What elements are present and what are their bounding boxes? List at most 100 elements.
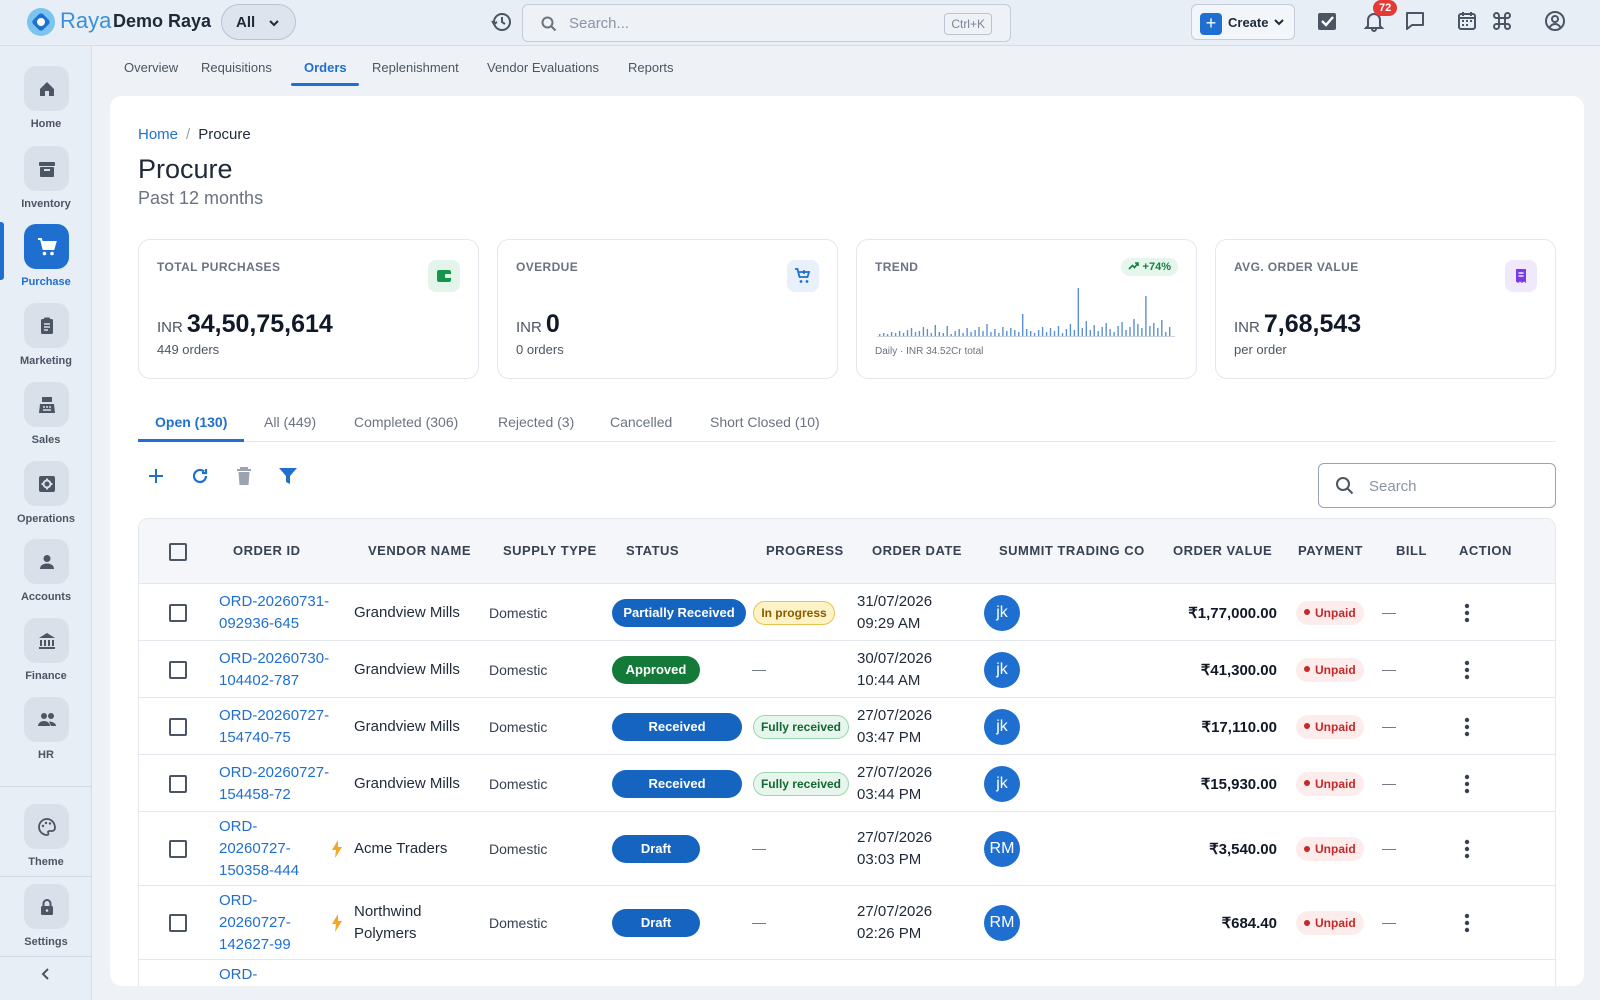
command-icon[interactable] (1491, 10, 1513, 32)
tab-orders[interactable]: Orders (304, 60, 347, 75)
filter-icon[interactable] (278, 466, 298, 486)
avatar[interactable]: jk (984, 651, 1020, 688)
row-checkbox[interactable] (169, 914, 187, 932)
more-vert-icon[interactable] (1464, 839, 1470, 859)
payment-status: Unpaid (1315, 916, 1356, 930)
raya-logo-icon[interactable] (26, 7, 56, 37)
nav-item-marketing[interactable]: Marketing (0, 295, 92, 373)
spark-bar (1077, 288, 1079, 336)
col-status[interactable]: STATUS (626, 543, 679, 558)
nav-item-finance[interactable]: Finance (0, 610, 92, 688)
vendor-line: Grandview Mills (354, 774, 460, 792)
order-id-link[interactable]: ORD-20260730- 104402-787 (219, 648, 329, 692)
nav-item-accounts[interactable]: Accounts (0, 531, 92, 609)
order-id-line: ORD-20260731- (219, 592, 330, 610)
avatar[interactable]: jk (984, 708, 1020, 745)
row-checkbox[interactable] (169, 717, 187, 736)
more-vert-icon[interactable] (1464, 603, 1470, 623)
col-action[interactable]: ACTION (1459, 543, 1512, 558)
col-order-date[interactable]: ORDER DATE (872, 543, 962, 558)
order-id-link[interactable]: ORD-20260727- 154458-72 (219, 762, 329, 806)
table-row[interactable]: ORD-20260731- 092936-645 Grandview Mills Do… (139, 584, 1555, 641)
col-vendor-name[interactable]: VENDOR NAME (368, 543, 471, 558)
table-row[interactable]: ORD- 20260727- 150358-444 Acme Traders Domes… (139, 812, 1555, 886)
row-checkbox[interactable] (169, 660, 187, 679)
tab-overview[interactable]: Overview (124, 60, 178, 75)
brand-name[interactable]: Raya (60, 8, 111, 34)
tab-reports[interactable]: Reports (628, 60, 674, 75)
refresh-icon[interactable] (190, 466, 210, 486)
tab-open[interactable]: Open (130) (155, 414, 227, 430)
order-id-link[interactable]: ORD- 20260727- 142627-99 (219, 890, 291, 956)
collapse-chevron-icon[interactable] (38, 966, 54, 982)
more-vert-icon[interactable] (1464, 774, 1470, 794)
row-checkbox[interactable] (169, 840, 187, 858)
nav-item-theme[interactable]: Theme (0, 796, 92, 874)
nav-label: Sales (31, 434, 61, 446)
tab-cancelled[interactable]: Cancelled (610, 414, 672, 430)
tasks-check-icon[interactable] (1316, 10, 1338, 32)
status-badge: Received (612, 769, 742, 798)
nav-item-sales[interactable]: Sales (0, 374, 92, 452)
tab-vendor-evaluations[interactable]: Vendor Evaluations (487, 60, 599, 75)
nav-item-hr[interactable]: HR (0, 689, 92, 767)
col-progress[interactable]: PROGRESS (766, 543, 844, 558)
tab-rejected[interactable]: Rejected (3) (498, 414, 574, 430)
breadcrumb-home[interactable]: Home (138, 126, 178, 143)
delete-icon[interactable] (235, 466, 253, 486)
nav-icon-box (24, 697, 69, 742)
col-bill[interactable]: BILL (1396, 543, 1427, 558)
col-order-id[interactable]: ORDER ID (233, 543, 301, 558)
order-id-line: 20260727- (219, 840, 291, 857)
more-vert-icon[interactable] (1464, 913, 1470, 933)
order-id-link[interactable]: ORD-20260727- 154740-75 (219, 705, 329, 749)
nav-icon-box (24, 884, 69, 929)
avatar[interactable]: jk (984, 765, 1020, 802)
col-payment[interactable]: PAYMENT (1298, 543, 1363, 558)
select-all-checkbox[interactable] (169, 543, 187, 561)
order-id-link[interactable]: ORD-20260731- 092936-645 (219, 591, 329, 635)
avatar[interactable]: jk (984, 594, 1020, 631)
table-row[interactable]: ORD-20260727- 154458-72 Grandview Mills Dom… (139, 755, 1555, 812)
col-summit-trading-co[interactable]: SUMMIT TRADING CO (999, 543, 1145, 558)
calendar-icon[interactable] (1456, 10, 1478, 32)
table-search-input[interactable]: Search (1318, 463, 1556, 508)
table-row[interactable]: ORD-20260730- 104402-787 Grandview Mills Do… (139, 641, 1555, 698)
avatar[interactable]: RM (984, 905, 1020, 941)
nav-item-operations[interactable]: Operations (0, 453, 92, 531)
row-checkbox[interactable] (169, 603, 187, 622)
history-icon[interactable] (490, 11, 512, 33)
more-vert-icon[interactable] (1464, 717, 1470, 737)
page-subtitle: Past 12 months (138, 188, 264, 208)
account-circle-icon[interactable] (1544, 10, 1566, 32)
col-order-value[interactable]: ORDER VALUE (1173, 543, 1272, 558)
scope-dropdown[interactable]: All (221, 4, 296, 40)
tab-requisitions[interactable]: Requisitions (201, 60, 272, 75)
nav-item-home[interactable]: Home (0, 58, 92, 136)
row-checkbox[interactable] (169, 774, 187, 793)
spark-bar (990, 332, 992, 336)
order-id-link[interactable]: ORD- 20260727- 150358-444 (219, 816, 299, 882)
global-search-input[interactable]: Search... Ctrl+K (522, 4, 1011, 42)
more-vert-icon[interactable] (1464, 660, 1470, 680)
create-button[interactable]: + Create (1191, 4, 1295, 40)
bill-empty: — (1382, 840, 1396, 856)
tab-completed[interactable]: Completed (306) (354, 414, 458, 430)
tab-all[interactable]: All (449) (264, 414, 316, 430)
spark-bar (958, 329, 960, 336)
nav-divider (0, 956, 92, 957)
table-row[interactable]: ORD-20260727- 154740-75 Grandview Mills Dom… (139, 698, 1555, 755)
nav-item-settings[interactable]: Settings (0, 876, 92, 954)
chat-icon[interactable] (1404, 10, 1426, 32)
table-row[interactable]: ORD- 20260727- 142627-99 Northwind Polymers D… (139, 886, 1555, 960)
avatar[interactable]: RM (984, 831, 1020, 867)
table-row[interactable]: ORD- (139, 960, 1555, 986)
nav-item-inventory[interactable]: Inventory (0, 138, 92, 216)
tab-short-closed[interactable]: Short Closed (10) (710, 414, 820, 430)
nav-item-purchase[interactable]: Purchase (0, 216, 92, 294)
add-icon[interactable] (146, 466, 166, 486)
tab-replenishment[interactable]: Replenishment (372, 60, 459, 75)
col-supply-type[interactable]: SUPPLY TYPE (503, 543, 597, 558)
order-id-link[interactable]: ORD- (219, 964, 257, 986)
order-id-line: ORD-20260727- (219, 763, 330, 781)
